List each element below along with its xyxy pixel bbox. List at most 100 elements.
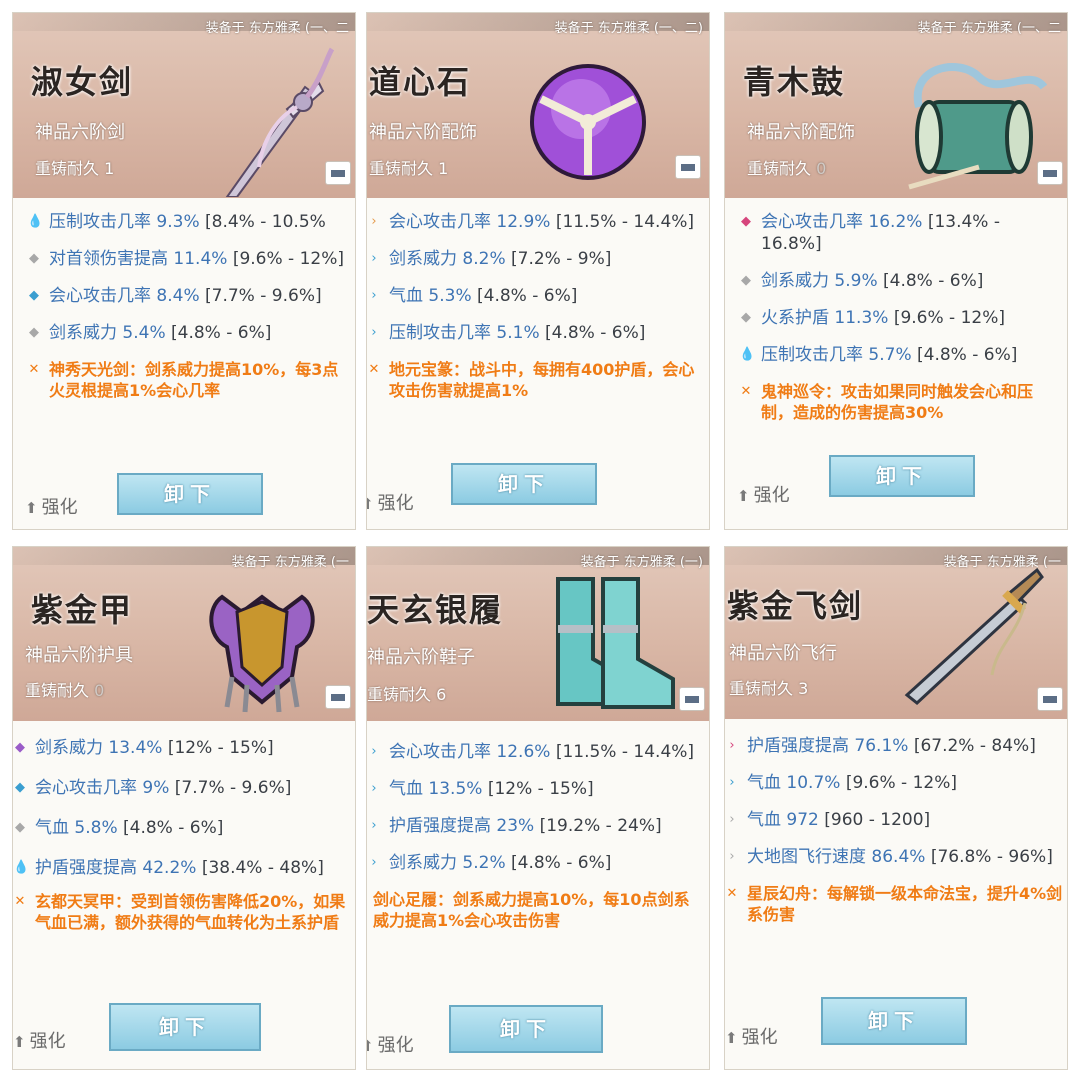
recast-durability: 重铸耐久 3 [729,679,809,698]
lock-icon[interactable] [1037,161,1063,185]
stat-row: › 气血 10.7% [9.6% - 12%] [725,772,1063,794]
gray-diamond-icon: ◆ [29,251,39,266]
stat-row: ◆ 会心攻击几率 9% [7.7% - 9.6%] [15,778,292,798]
purple-orb-art [530,64,646,180]
purple-diamond-icon: ◆ [15,740,25,755]
unequip-button[interactable]: 卸下 [109,1003,261,1051]
drum-art [908,63,1048,190]
equipped-by-label: 装备于 东方雅柔 (一、二) [554,21,703,36]
item-name: 紫金甲 [31,591,134,629]
blue-chevron-icon: › [371,781,377,796]
gray-diamond-icon: ◆ [741,273,751,288]
card-header: 装备于 东方雅柔 (一 紫金甲 神品六阶护具 重铸耐久 0 [13,547,355,721]
stat-row: › 气血 5.3% [4.8% - 6%] [367,285,705,307]
pink-chevron-icon: › [729,738,735,753]
blue-chevron-icon: › [371,325,377,340]
equipped-by-label: 装备于 东方雅柔 (一 [231,555,349,570]
unequip-button[interactable]: 卸下 [821,997,967,1045]
enhance-button[interactable]: ⬆强化 [25,493,78,519]
pink-diamond-icon: ◆ [741,214,751,229]
stat-row: › 剑系威力 5.2% [4.8% - 6%] [367,852,705,874]
enhance-button[interactable]: ⬆强化 [367,1031,414,1057]
enhance-button[interactable]: ⬆强化 [737,481,790,507]
equipped-by-label: 装备于 东方雅柔 (一) [580,555,703,570]
stat-row: 💧 压制攻击几率 5.7% [4.8% - 6%] [739,345,1018,365]
special-effect-icon: ✕ [14,894,26,909]
lock-icon[interactable] [325,685,351,709]
special-effect: ✕ 地元宝篆：战斗中，每拥有400护盾，会心攻击伤害就提高1% [368,360,695,400]
equipment-card: 装备于 东方雅柔 (一、二) 道心石 神品六阶配饰 重铸耐久 1 › 会心攻击几率… [366,12,710,530]
card-header: 装备于 东方雅柔 (一 紫金飞剑 神品六阶飞行 重铸耐久 3 [725,547,1067,719]
unequip-button[interactable]: 卸下 [117,473,263,515]
equipment-card: 装备于 东方雅柔 (一、二 青木鼓 神品六阶配饰 重铸耐久 0 ◆ 会心攻击几率 … [724,12,1068,530]
unequip-button[interactable]: 卸下 [451,463,597,505]
blue-diamond-icon: ◆ [15,780,25,795]
item-grade: 神品六阶配饰 [747,122,855,143]
card-header: 装备于 东方雅柔 (一、二 淑女剑 神品六阶剑 重铸耐久 1 [13,13,355,198]
blue-diamond-icon: ◆ [29,288,39,303]
special-effect-icon: ✕ [28,362,40,377]
recast-durability: 重铸耐久 6 [367,685,447,704]
stat-list: 💧 压制攻击几率 9.3% [8.4% - 10.5% ◆ 对首领伤害提高 11.4… [27,211,351,401]
gray-diamond-icon: ◆ [29,325,39,340]
recast-durability: 重铸耐久 1 [35,159,115,178]
item-name: 淑女剑 [31,63,134,101]
item-grade: 神品六阶鞋子 [367,647,475,668]
gray-diamond-icon: ◆ [741,310,751,325]
stat-list: ◆ 会心攻击几率 16.2% [13.4% - 16.8%] ◆ 剑系威力 5.9%… [739,211,1063,423]
item-name: 青木鼓 [743,63,846,101]
item-name: 紫金飞剑 [727,587,864,625]
stat-list: › 会心攻击几率 12.9% [11.5% - 14.4%] › 剑系威力 8.2%… [367,211,705,401]
stat-row: › 气血 13.5% [12% - 15%] [367,778,705,800]
unequip-button[interactable]: 卸下 [449,1005,603,1053]
stat-row: ◆ 火系护盾 11.3% [9.6% - 12%] [741,308,1006,328]
special-effect: ✕ 玄都天冥甲：受到首领伤害降低20%，如果气血已满，额外获得的气血转化为土系护盾 [14,892,346,932]
special-effect-icon: ✕ [368,362,380,377]
equipped-by-label: 装备于 东方雅柔 (一 [943,555,1061,570]
recast-durability: 重铸耐久 1 [369,159,449,178]
boots-art [556,577,675,709]
enhance-button[interactable]: ⬆强化 [13,1027,66,1053]
item-grade: 神品六阶护具 [25,645,133,666]
stat-row: ◆ 会心攻击几率 16.2% [13.4% - 16.8%] [741,212,1001,254]
stat-row: 💧 压制攻击几率 9.3% [8.4% - 10.5% [27,212,326,232]
stat-row: ◆ 会心攻击几率 8.4% [7.7% - 9.6%] [29,286,322,306]
lock-icon[interactable] [1037,687,1063,711]
lock-icon[interactable] [679,687,705,711]
up-arrow-icon: ⬆ [13,1033,26,1051]
equipped-by-label: 装备于 东方雅柔 (一、二 [917,21,1061,36]
gray-diamond-icon: ◆ [15,820,25,835]
up-arrow-icon: ⬆ [725,1029,738,1047]
stat-row: › 会心攻击几率 12.6% [11.5% - 14.4%] [367,741,705,763]
equipment-card: 装备于 东方雅柔 (一 紫金甲 神品六阶护具 重铸耐久 0 ◆ 剑系威力 13.4… [12,546,356,1070]
sword-art [225,47,335,197]
stat-list: ◆ 剑系威力 13.4% [12% - 15%] ◆ 会心攻击几率 9% [7.7%… [13,737,351,933]
blue-chevron-icon: › [371,744,377,759]
stat-list: › 护盾强度提高 76.1% [67.2% - 84%] › 气血 10.7% [9… [725,735,1063,925]
blue-chevron-icon: › [371,818,377,833]
enhance-button[interactable]: ⬆强化 [725,1023,778,1049]
armor-art [209,594,315,713]
blue-chevron-icon: › [371,855,377,870]
recast-durability: 重铸耐久 0 [25,681,105,700]
equipped-by-label: 装备于 东方雅柔 (一、二 [205,21,349,36]
lock-icon[interactable] [675,155,701,179]
stat-row: ◆ 剑系威力 5.4% [4.8% - 6%] [29,323,272,343]
card-header: 装备于 东方雅柔 (一、二) 道心石 神品六阶配饰 重铸耐久 1 [367,13,709,198]
stat-row: › 压制攻击几率 5.1% [4.8% - 6%] [367,322,705,344]
stat-row: › 剑系威力 8.2% [7.2% - 9%] [367,248,705,270]
up-arrow-icon: ⬆ [367,495,374,513]
equipment-card: 装备于 东方雅柔 (一 紫金飞剑 神品六阶飞行 重铸耐久 3 › 护盾强度提高 7… [724,546,1068,1070]
item-grade: 神品六阶飞行 [729,643,837,664]
special-effect: ✕ 星辰幻舟：每解锁一级本命法宝，提升4%剑系伤害 [726,884,1063,924]
enhance-button[interactable]: ⬆强化 [367,489,414,515]
blue-chevron-icon: › [371,288,377,303]
water-drop-icon: 💧 [13,860,30,875]
card-header: 装备于 东方雅柔 (一、二 青木鼓 神品六阶配饰 重铸耐久 0 [725,13,1067,198]
stat-row: › 护盾强度提高 23% [19.2% - 24%] [367,815,705,837]
stat-row: ◆ 对首领伤害提高 11.4% [9.6% - 12%] [29,249,345,269]
lock-icon[interactable] [325,161,351,185]
stat-row: 💧 护盾强度提高 42.2% [38.4% - 48%] [13,858,324,878]
unequip-button[interactable]: 卸下 [829,455,975,497]
flying-sword-art [904,567,1044,705]
